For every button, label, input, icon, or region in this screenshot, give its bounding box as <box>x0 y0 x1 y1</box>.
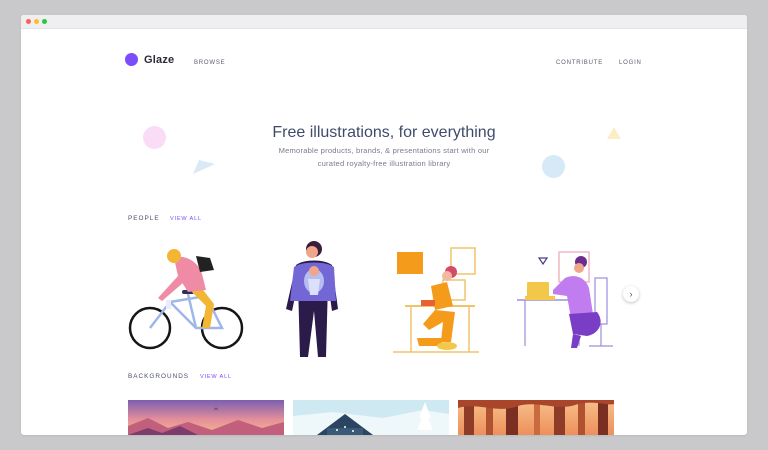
decorative-blue-triangle <box>193 160 215 174</box>
parent-with-baby-illustration[interactable] <box>280 239 340 357</box>
zoom-window-icon[interactable] <box>42 19 47 24</box>
nav-login-link[interactable]: LOGIN <box>619 60 642 66</box>
brand-logo[interactable]: Glaze <box>125 53 174 66</box>
people-next-button[interactable]: › <box>623 286 639 302</box>
hero-subtitle-line-1: Memorable products, brands, & presentati… <box>278 146 490 155</box>
nav-contribute-link[interactable]: CONTRIBUTE <box>556 60 603 66</box>
people-section-title: PEOPLE <box>128 215 160 222</box>
decorative-blue-circle <box>542 155 565 178</box>
chevron-right-icon: › <box>629 288 633 299</box>
hero-subtitle-line-2: curated royalty-free illustration librar… <box>317 159 451 168</box>
snowy-cabin-thumbnail[interactable] <box>293 400 449 435</box>
sunset-mountains-thumbnail[interactable] <box>128 400 284 435</box>
person-at-desk-illustration[interactable] <box>391 246 481 356</box>
cyclist-illustration[interactable] <box>126 246 246 356</box>
close-window-icon[interactable] <box>26 19 31 24</box>
backgrounds-section-title: BACKGROUNDS <box>128 373 190 380</box>
people-view-all-link[interactable]: VIEW ALL <box>170 216 202 222</box>
woman-at-laptop-illustration[interactable] <box>515 248 615 356</box>
window-titlebar <box>21 15 747 29</box>
hero-title: Free illustrations, for everything <box>272 123 496 141</box>
logo-circle-icon <box>125 53 138 66</box>
nav-browse-link[interactable]: BROWSE <box>194 60 225 66</box>
minimize-window-icon[interactable] <box>34 19 39 24</box>
browser-window: Glaze BROWSE CONTRIBUTE LOGIN Free illus… <box>21 15 747 435</box>
page-content: Glaze BROWSE CONTRIBUTE LOGIN Free illus… <box>21 29 747 435</box>
hero-subtitle: Memorable products, brands, & presentati… <box>234 144 534 170</box>
autumn-forest-thumbnail[interactable] <box>458 400 614 435</box>
backgrounds-view-all-link[interactable]: VIEW ALL <box>200 374 232 380</box>
brand-name: Glaze <box>144 53 175 66</box>
